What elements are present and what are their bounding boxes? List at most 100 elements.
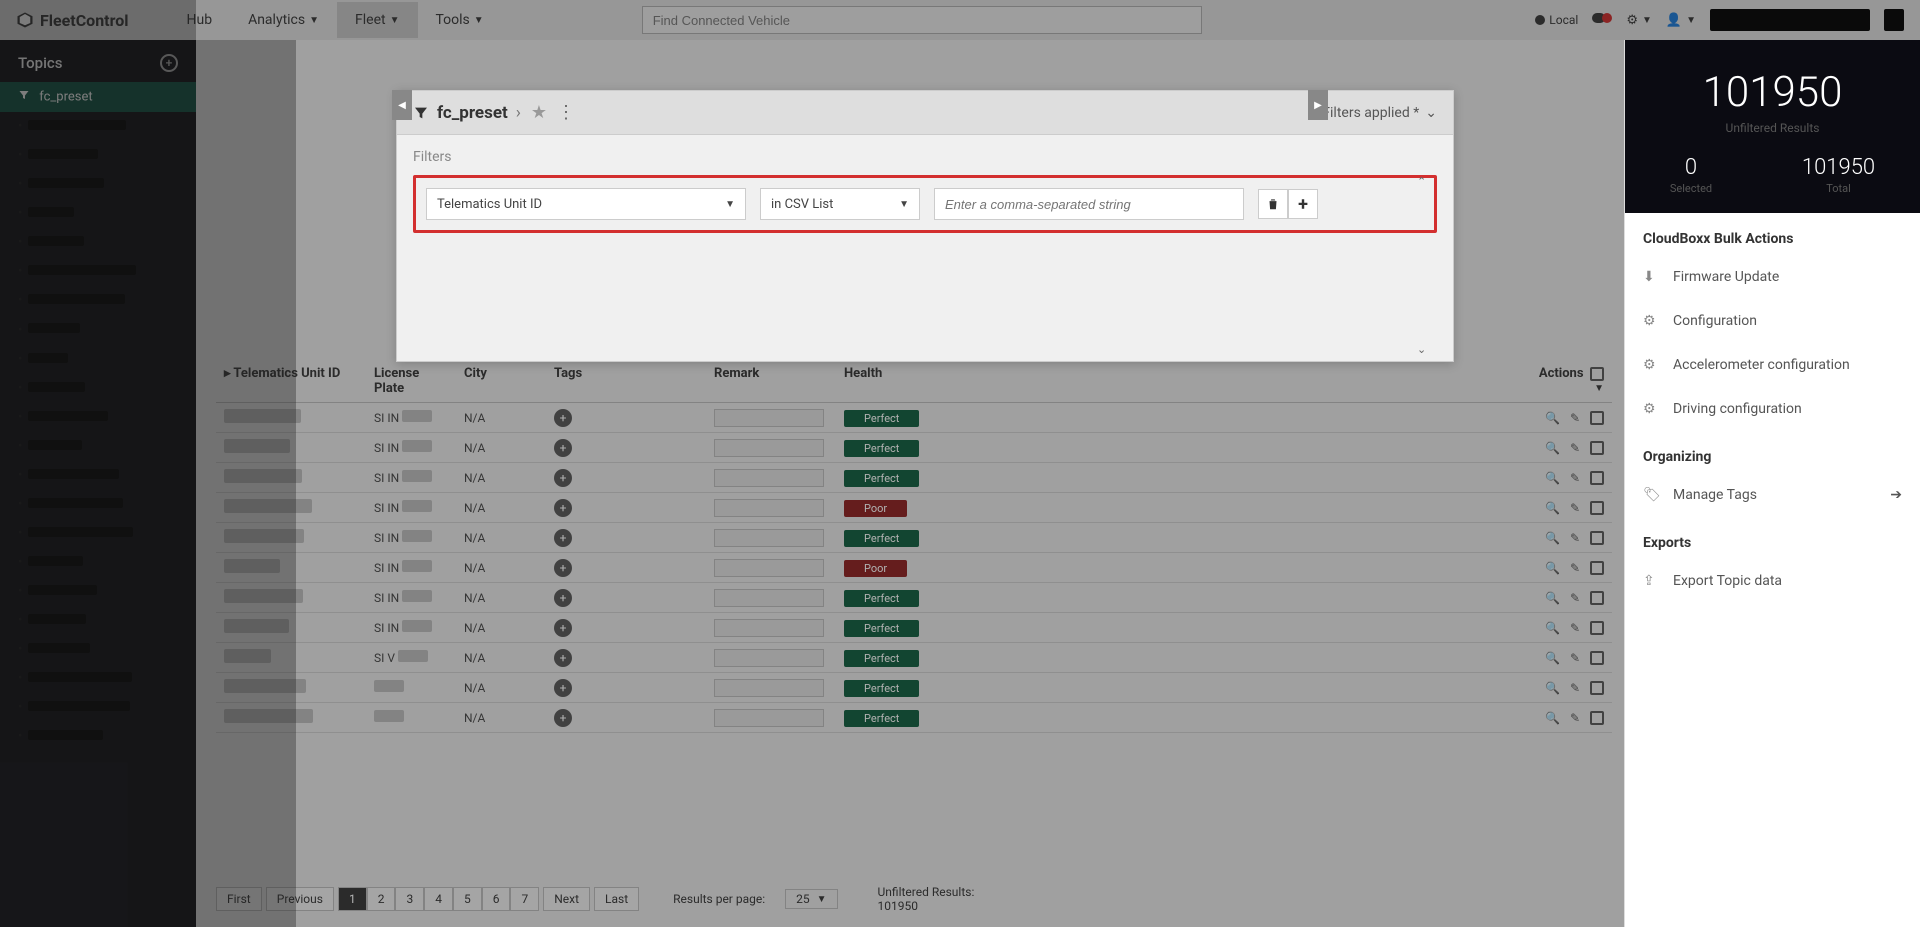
topic-item[interactable]: • xyxy=(0,286,196,315)
search-icon[interactable]: 🔍 xyxy=(1545,531,1560,545)
topic-item-fc-preset[interactable]: fc_preset xyxy=(0,82,196,112)
select-checkbox[interactable] xyxy=(1590,591,1604,605)
page-number[interactable]: 3 xyxy=(395,887,424,911)
collapse-down-icon[interactable]: ⌄ xyxy=(1417,343,1433,359)
table-row[interactable]: SI IN N/A+Perfect🔍✎ xyxy=(216,583,1612,613)
topic-item[interactable]: • xyxy=(0,345,196,374)
add-tag-icon[interactable]: + xyxy=(554,439,572,457)
topic-item[interactable]: • xyxy=(0,722,196,751)
remark-input[interactable] xyxy=(714,529,824,547)
search-icon[interactable]: 🔍 xyxy=(1545,501,1560,515)
topic-item[interactable]: • xyxy=(0,141,196,170)
search-icon[interactable]: 🔍 xyxy=(1545,591,1560,605)
topic-item[interactable]: • xyxy=(0,490,196,519)
filter-field-select[interactable]: Telematics Unit ID▼ xyxy=(426,188,746,220)
filter-breadcrumb[interactable]: fc_preset › xyxy=(413,103,521,123)
settings-icon[interactable]: ⚙▼ xyxy=(1626,13,1652,28)
remark-input[interactable] xyxy=(714,649,824,667)
page-number[interactable]: 2 xyxy=(367,887,396,911)
action-export-topic[interactable]: ⇪Export Topic data xyxy=(1625,559,1920,603)
col-telematics-id[interactable]: ▸ Telematics Unit ID xyxy=(216,366,366,396)
select-checkbox[interactable] xyxy=(1590,411,1604,425)
action-accelerometer[interactable]: ⚙Accelerometer configuration xyxy=(1625,343,1920,387)
delete-filter-button[interactable] xyxy=(1258,189,1288,219)
add-tag-icon[interactable]: + xyxy=(554,679,572,697)
filter-value-input[interactable] xyxy=(934,188,1244,220)
remark-input[interactable] xyxy=(714,559,824,577)
select-checkbox[interactable] xyxy=(1590,561,1604,575)
nav-analytics[interactable]: Analytics▼ xyxy=(230,2,337,38)
remark-input[interactable] xyxy=(714,709,824,727)
edit-icon[interactable]: ✎ xyxy=(1570,471,1580,485)
edit-icon[interactable]: ✎ xyxy=(1570,411,1580,425)
add-tag-icon[interactable]: + xyxy=(554,559,572,577)
topic-item[interactable]: • xyxy=(0,635,196,664)
action-driving-config[interactable]: ⚙Driving configuration xyxy=(1625,387,1920,431)
col-remark[interactable]: Remark xyxy=(706,366,836,396)
remark-input[interactable] xyxy=(714,499,824,517)
select-checkbox[interactable] xyxy=(1590,471,1604,485)
more-menu-button[interactable]: ⋮ xyxy=(557,102,574,123)
page-last[interactable]: Last xyxy=(594,887,639,911)
add-topic-button[interactable]: + xyxy=(160,54,178,72)
edit-icon[interactable]: ✎ xyxy=(1570,501,1580,515)
edit-icon[interactable]: ✎ xyxy=(1570,561,1580,575)
search-icon[interactable]: 🔍 xyxy=(1545,681,1560,695)
redacted-dropdown[interactable] xyxy=(1884,9,1904,31)
add-tag-icon[interactable]: + xyxy=(554,649,572,667)
remark-input[interactable] xyxy=(714,589,824,607)
add-tag-icon[interactable]: + xyxy=(554,589,572,607)
remark-input[interactable] xyxy=(714,439,824,457)
table-row[interactable]: SI IN N/A+Perfect🔍✎ xyxy=(216,523,1612,553)
env-indicator[interactable]: Local xyxy=(1535,13,1578,27)
topic-item[interactable]: • xyxy=(0,170,196,199)
topic-item[interactable]: • xyxy=(0,606,196,635)
table-row[interactable]: N/A+Perfect🔍✎ xyxy=(216,703,1612,733)
select-checkbox[interactable] xyxy=(1590,531,1604,545)
search-icon[interactable]: 🔍 xyxy=(1545,621,1560,635)
add-tag-icon[interactable]: + xyxy=(554,619,572,637)
search-icon[interactable]: 🔍 xyxy=(1545,651,1560,665)
topic-item[interactable]: • xyxy=(0,664,196,693)
select-checkbox[interactable] xyxy=(1590,621,1604,635)
col-city[interactable]: City xyxy=(456,366,546,396)
topic-item[interactable]: • xyxy=(0,257,196,286)
action-configuration[interactable]: ⚙Configuration xyxy=(1625,299,1920,343)
add-tag-icon[interactable]: + xyxy=(554,469,572,487)
add-tag-icon[interactable]: + xyxy=(554,709,572,727)
topic-item[interactable]: • xyxy=(0,228,196,257)
page-number[interactable]: 5 xyxy=(453,887,482,911)
table-row[interactable]: SI IN N/A+Perfect🔍✎ xyxy=(216,463,1612,493)
edit-icon[interactable]: ✎ xyxy=(1570,441,1580,455)
search-icon[interactable]: 🔍 xyxy=(1545,441,1560,455)
edit-icon[interactable]: ✎ xyxy=(1570,531,1580,545)
table-row[interactable]: SI IN N/A+Poor🔍✎ xyxy=(216,553,1612,583)
search-icon[interactable]: 🔍 xyxy=(1545,711,1560,725)
page-number[interactable]: 6 xyxy=(482,887,511,911)
select-checkbox[interactable] xyxy=(1590,441,1604,455)
favorite-button[interactable]: ★ xyxy=(531,102,547,123)
app-logo[interactable]: FleetControl xyxy=(16,11,128,30)
panel-collapse-left[interactable]: ◀ xyxy=(392,90,412,120)
user-menu-icon[interactable]: 👤▼ xyxy=(1666,13,1696,28)
search-icon[interactable]: 🔍 xyxy=(1545,471,1560,485)
col-health[interactable]: Health xyxy=(836,366,946,396)
edit-icon[interactable]: ✎ xyxy=(1570,681,1580,695)
search-input[interactable] xyxy=(642,6,1202,34)
col-tags[interactable]: Tags xyxy=(546,366,706,396)
table-row[interactable]: SI IN N/A+Perfect🔍✎ xyxy=(216,433,1612,463)
page-number[interactable]: 7 xyxy=(510,887,539,911)
action-manage-tags[interactable]: 🏷Manage Tags➔ xyxy=(1625,473,1920,517)
topic-item[interactable]: • xyxy=(0,403,196,432)
nav-hub[interactable]: Hub xyxy=(168,2,230,38)
topic-item[interactable]: • xyxy=(0,374,196,403)
edit-icon[interactable]: ✎ xyxy=(1570,651,1580,665)
per-page-select[interactable]: 25 ▼ xyxy=(785,889,837,909)
edit-icon[interactable]: ✎ xyxy=(1570,591,1580,605)
page-next[interactable]: Next xyxy=(543,887,590,911)
add-tag-icon[interactable]: + xyxy=(554,409,572,427)
add-tag-icon[interactable]: + xyxy=(554,499,572,517)
topic-item[interactable]: • xyxy=(0,519,196,548)
remark-input[interactable] xyxy=(714,409,824,427)
topic-item[interactable]: • xyxy=(0,577,196,606)
